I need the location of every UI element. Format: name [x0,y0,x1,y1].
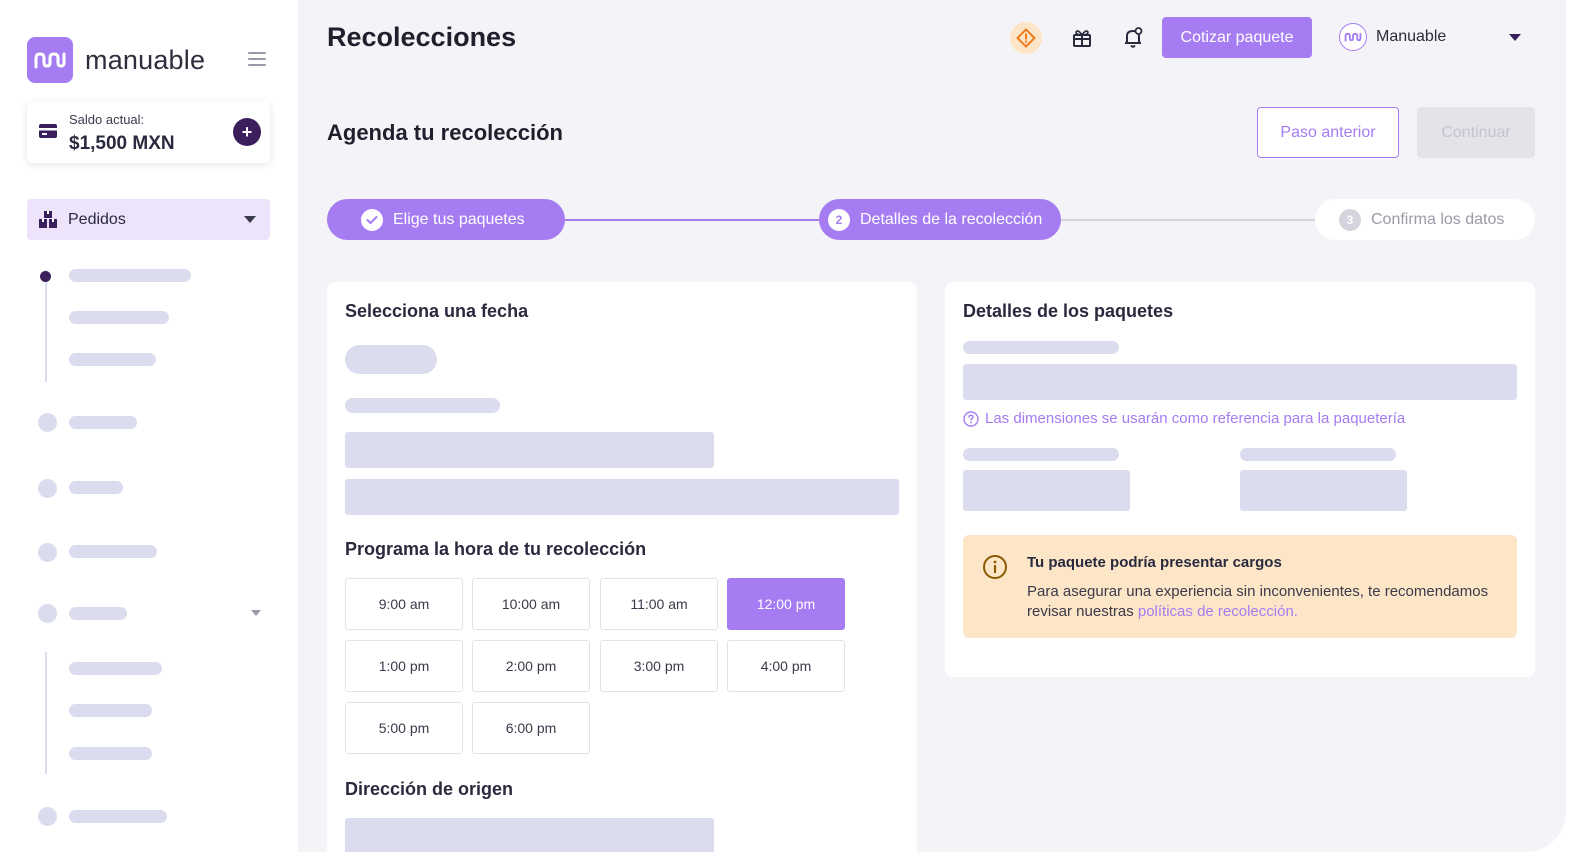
balance-value: $1,500 MXN [69,133,175,154]
skeleton-sub-item [69,662,162,675]
user-name: Manuable [1376,28,1447,45]
skeleton-nav-icon [38,413,57,432]
logo[interactable]: manuable [27,37,205,83]
dimensions-hint: Las dimensiones se usarán como referenci… [963,410,1405,427]
bell-icon[interactable] [1117,22,1149,54]
skeleton-label [345,398,500,413]
skeleton-field [345,479,899,515]
skeleton-date-chip [345,345,437,374]
step-2[interactable]: 2 Detalles de la recolección [819,199,1061,240]
gift-icon[interactable] [1066,22,1098,54]
help-circle-icon [963,410,979,427]
policies-link[interactable]: políticas de recolección. [1138,603,1298,620]
skeleton-field [345,432,714,468]
stepper-line [1058,219,1318,221]
back-button[interactable]: Paso anterior [1257,107,1399,158]
sidebar-item-pedidos[interactable]: Pedidos [27,199,270,240]
page-title: Recolecciones [327,22,517,52]
nav-active-dot [40,271,51,282]
chevron-down-icon[interactable] [1509,34,1521,41]
boxes-icon [39,210,57,228]
skeleton-nav-item [69,810,167,823]
add-balance-button[interactable]: + [233,118,261,146]
origin-title: Dirección de origen [345,779,514,799]
chevron-down-icon[interactable] [251,610,261,616]
menu-icon[interactable] [248,52,266,66]
step-number: 2 [828,208,850,231]
charges-alert: Tu paquete podría presentar cargos Para … [963,535,1517,638]
skeleton-sub-item [69,269,191,282]
time-slot-button[interactable]: 2:00 pm [472,640,590,692]
package-details-title: Detalles de los paquetes [963,301,1174,321]
skeleton-label [963,341,1119,354]
chevron-down-icon [244,216,256,223]
user-menu[interactable]: Manuable [1339,23,1446,51]
skeleton-field [345,818,714,852]
avatar [1339,23,1367,51]
time-slot-button[interactable]: 1:00 pm [345,640,463,692]
skeleton-nav-item [69,607,127,620]
nav-tree-line [45,270,47,382]
sidebar: manuable Saldo actual: $1,500 MXN + Pedi [0,0,298,852]
check-icon [361,208,383,231]
time-slot-button[interactable]: 11:00 am [600,578,718,630]
time-slot-button[interactable]: 5:00 pm [345,702,463,754]
time-slot-button[interactable]: 6:00 pm [472,702,590,754]
skeleton-nav-item [69,416,137,429]
skeleton-sub-item [69,353,156,366]
skeleton-sub-item [69,704,152,717]
skeleton-field [1240,470,1407,511]
alert-body: Para asegurar una experiencia sin inconv… [1027,583,1489,620]
skeleton-nav-icon [38,604,57,623]
sidebar-item-label: Pedidos [68,210,126,228]
time-slot-button[interactable]: 10:00 am [472,578,590,630]
app-window: manuable Saldo actual: $1,500 MXN + Pedi [0,0,1566,852]
skeleton-label [1240,448,1396,461]
logo-mark-icon [27,37,73,83]
step-label: Elige tus paquetes [393,210,525,228]
skeleton-sub-item [69,311,169,324]
skeleton-nav-item [69,545,157,558]
skeleton-nav-icon [38,543,57,562]
info-icon [983,555,1007,579]
balance-card: Saldo actual: $1,500 MXN + [27,101,270,163]
skeleton-label [963,448,1119,461]
time-slot-button[interactable]: 3:00 pm [600,640,718,692]
step-label: Confirma los datos [1371,210,1505,228]
skeleton-nav-icon [38,479,57,498]
section-title: Agenda tu recolección [327,120,563,145]
skeleton-field [963,364,1517,400]
warning-icon[interactable] [1010,22,1042,54]
skeleton-field [963,470,1130,511]
alert-title: Tu paquete podría presentar cargos [1027,554,1282,571]
step-label: Detalles de la recolección [860,210,1043,228]
skeleton-nav-icon [38,807,57,826]
skeleton-nav-item [69,481,123,494]
date-title: Selecciona una fecha [345,301,529,321]
hint-text: Las dimensiones se usarán como referenci… [985,410,1406,427]
time-title: Programa la hora de tu recolección [345,539,647,559]
credit-card-icon [39,124,57,138]
nav-tree-line [45,652,47,774]
time-slot-button[interactable]: 4:00 pm [727,640,845,692]
continue-button[interactable]: Continuar [1417,107,1535,158]
time-slot-button[interactable]: 9:00 am [345,578,463,630]
skeleton-sub-item [69,747,152,760]
logo-text: manuable [85,44,206,75]
step-3[interactable]: 3 Confirma los datos [1315,199,1535,240]
time-slot-button[interactable]: 12:00 pm [727,578,845,630]
stepper-line [560,219,824,221]
balance-label: Saldo actual: [69,112,145,127]
cotizar-paquete-button[interactable]: Cotizar paquete [1162,17,1312,58]
step-1[interactable]: Elige tus paquetes [327,199,565,240]
step-number: 3 [1339,208,1361,231]
